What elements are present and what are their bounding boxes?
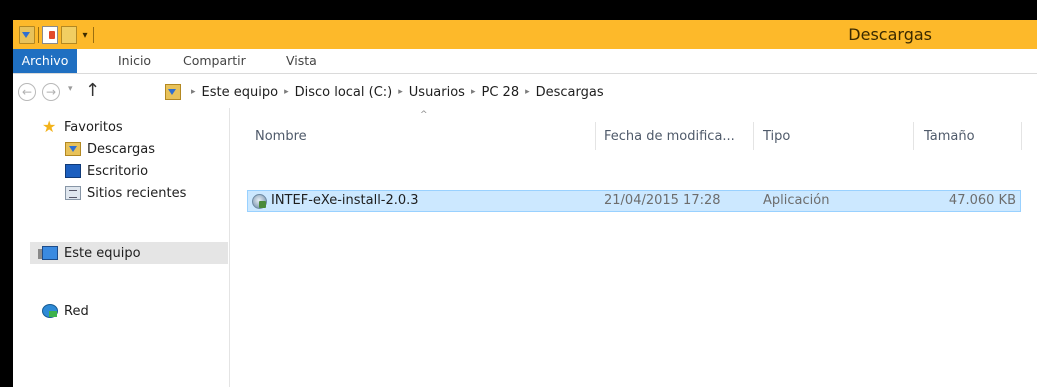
file-date: 21/04/2015 17:28 (604, 193, 721, 208)
download-folder-icon (165, 84, 181, 100)
file-name: INTEF-eXe-install-2.0.3 (271, 193, 419, 208)
new-folder-icon[interactable] (61, 26, 77, 44)
toolbar-separator (93, 27, 94, 43)
network-icon (42, 304, 58, 318)
tab-inicio[interactable]: Inicio (118, 49, 151, 73)
breadcrumb-usuarios[interactable]: Usuarios (409, 85, 465, 100)
column-header-tamano[interactable]: Tamaño (924, 126, 975, 148)
breadcrumb-este-equipo[interactable]: Este equipo (202, 85, 279, 100)
nav-item-label: Sitios recientes (87, 185, 187, 201)
nav-item-favoritos[interactable]: ★ Favoritos (42, 116, 123, 138)
forward-button[interactable]: → (42, 83, 60, 101)
chevron-right-icon[interactable]: ▸ (284, 87, 289, 97)
installer-icon (252, 193, 267, 209)
explorer-window: ▾ Descargas Archivo Inicio Compartir Vis… (13, 20, 1037, 387)
title-bar: ▾ Descargas (13, 20, 1037, 49)
file-name-cell: INTEF-eXe-install-2.0.3 (252, 191, 419, 211)
properties-icon[interactable] (42, 26, 58, 44)
address-bar[interactable]: ▸ Este equipo ▸ Disco local (C:) ▸ Usuar… (165, 80, 1037, 104)
chevron-right-icon[interactable]: ▸ (471, 87, 476, 97)
column-header-fecha[interactable]: Fecha de modifica... (604, 126, 735, 148)
tab-archivo[interactable]: Archivo (13, 49, 77, 73)
column-divider[interactable] (1021, 122, 1022, 150)
nav-item-descargas[interactable]: Descargas (65, 138, 155, 160)
star-icon: ★ (42, 117, 57, 136)
navigation-bar: ← → ▾ ↑ ▸ Este equipo ▸ Disco local (C:)… (13, 74, 1037, 108)
file-size: 47.060 KB (948, 193, 1016, 208)
toolbar-separator (38, 27, 39, 43)
nav-item-escritorio[interactable]: Escritorio (65, 160, 148, 182)
column-divider[interactable] (913, 122, 914, 150)
nav-item-este-equipo[interactable]: Este equipo (30, 242, 228, 264)
file-list: ^ Nombre Fecha de modifica... Tipo Tamañ… (230, 108, 1037, 387)
nav-item-label: Favoritos (64, 119, 123, 135)
nav-item-red[interactable]: Red (42, 300, 89, 322)
breadcrumb-disco-local[interactable]: Disco local (C:) (295, 85, 393, 100)
recent-places-icon (65, 186, 81, 200)
window-title: Descargas (848, 25, 932, 44)
download-folder-icon[interactable] (19, 26, 35, 44)
column-divider[interactable] (753, 122, 754, 150)
download-folder-icon (65, 142, 81, 156)
column-divider[interactable] (595, 122, 596, 150)
file-row[interactable]: INTEF-eXe-install-2.0.3 21/04/2015 17:28… (247, 190, 1021, 212)
back-button[interactable]: ← (18, 83, 36, 101)
nav-item-label: Escritorio (87, 163, 149, 179)
nav-item-sitios-recientes[interactable]: Sitios recientes (65, 182, 186, 204)
nav-item-label: Este equipo (64, 245, 141, 261)
chevron-right-icon[interactable]: ▸ (398, 87, 403, 97)
computer-icon (38, 246, 58, 260)
quick-access-toolbar: ▾ (19, 25, 94, 45)
desktop-icon (65, 164, 81, 178)
customize-toolbar-button[interactable]: ▾ (80, 30, 90, 41)
recent-locations-button[interactable]: ▾ (68, 84, 73, 94)
ribbon-tabs: Archivo Inicio Compartir Vista (13, 49, 1037, 74)
chevron-right-icon[interactable]: ▸ (525, 87, 530, 97)
up-button[interactable]: ↑ (85, 80, 100, 101)
navigation-pane: ★ Favoritos Descargas Escritorio Sitios … (13, 108, 230, 387)
column-header-nombre[interactable]: Nombre (255, 126, 307, 148)
tab-compartir[interactable]: Compartir (183, 49, 246, 73)
sort-ascending-icon: ^ (420, 110, 428, 120)
chevron-right-icon[interactable]: ▸ (191, 87, 196, 97)
column-header-tipo[interactable]: Tipo (763, 126, 790, 148)
nav-item-label: Red (64, 303, 89, 319)
breadcrumb-pc28[interactable]: PC 28 (482, 85, 520, 100)
nav-item-label: Descargas (87, 141, 156, 157)
file-type: Aplicación (763, 193, 830, 208)
breadcrumb-descargas[interactable]: Descargas (536, 85, 604, 100)
tab-vista[interactable]: Vista (286, 49, 317, 73)
